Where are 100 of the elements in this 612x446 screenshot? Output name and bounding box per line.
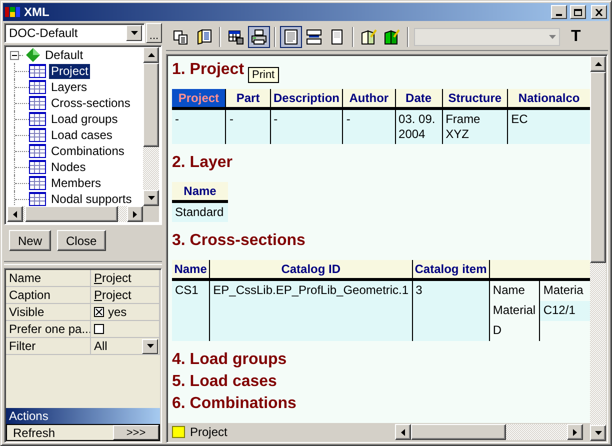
tree-item[interactable]: Members: [49, 176, 104, 190]
tree-item[interactable]: Project: [49, 64, 90, 78]
table-icon: [29, 80, 46, 94]
tree-action-button[interactable]: New: [9, 230, 52, 251]
table-icon: [29, 144, 46, 158]
column-header[interactable]: Description: [270, 89, 343, 108]
minimize-button[interactable]: [551, 5, 567, 19]
close-button[interactable]: [591, 5, 607, 19]
tree-item[interactable]: Cross-sections: [49, 96, 132, 110]
scroll-left-button[interactable]: [7, 206, 23, 222]
table-icon: [29, 160, 46, 174]
down-arrow-icon: [594, 431, 602, 435]
scroll-left-button[interactable]: [395, 424, 411, 440]
page-icon: [329, 28, 345, 44]
section-heading: 4. Load groups: [172, 351, 287, 370]
text-button[interactable]: T: [569, 28, 583, 46]
column-header[interactable]: Structure: [442, 89, 508, 108]
page-icon: [283, 28, 299, 44]
book-icon: [196, 28, 212, 44]
column-header[interactable]: Catalog item: [412, 260, 490, 280]
copy-icon: [173, 28, 189, 44]
document-dropdown[interactable]: DOC-Default: [4, 23, 145, 43]
dropdown-field[interactable]: [414, 28, 560, 46]
scrollbar-corner: [143, 206, 159, 222]
page-button[interactable]: [280, 26, 302, 48]
notebook-icon: [384, 28, 400, 44]
scrollbar[interactable]: [143, 47, 159, 206]
scroll-thumb[interactable]: [143, 63, 159, 147]
left-arrow-icon: [13, 210, 17, 218]
property-name: Caption: [6, 287, 91, 304]
printer-button[interactable]: [248, 26, 270, 48]
scroll-thumb[interactable]: [411, 424, 506, 440]
run-action-button[interactable]: >>>: [113, 425, 159, 440]
property-value[interactable]: Project: [91, 270, 160, 287]
scroll-up-button[interactable]: [590, 56, 606, 72]
action-label: Refresh: [13, 426, 56, 440]
section-heading: 1. Project: [172, 61, 244, 80]
collapse-button[interactable]: [10, 50, 19, 60]
checkbox[interactable]: [94, 324, 104, 334]
scroll-down-button[interactable]: [143, 190, 159, 206]
dropdown-arrow-icon: [549, 34, 556, 38]
dropdown-arrow-icon: [146, 344, 154, 348]
scroll-right-button[interactable]: [127, 206, 143, 222]
tree-item[interactable]: Combinations: [49, 144, 126, 158]
column-header[interactable]: Name: [172, 182, 228, 202]
table-icon: [29, 112, 46, 126]
table-cell: CS1: [172, 280, 210, 341]
section-heading: 2. Layer: [172, 154, 232, 173]
table-icon: [29, 192, 46, 206]
table-cell: C12/1: [540, 301, 590, 321]
tree-action-button[interactable]: Close: [57, 230, 106, 251]
table-icon: [29, 64, 46, 78]
scroll-thumb[interactable]: [25, 206, 118, 222]
scrollbar[interactable]: [7, 206, 143, 222]
column-header[interactable]: Name: [172, 260, 210, 280]
table-cell: Standard: [172, 202, 228, 222]
table-cell: Materia: [540, 281, 590, 301]
scrollbar[interactable]: [395, 424, 583, 440]
more-button[interactable]: ...: [146, 23, 162, 43]
table-cell: EP_CssLib.EP_ProfLib_Geometric.1: [210, 280, 412, 341]
scroll-right-button[interactable]: [567, 424, 583, 440]
notebook-icon: [361, 28, 377, 44]
table-cell: 03. 09. 2004: [395, 108, 442, 144]
table-icon: [29, 96, 46, 110]
scrollbar[interactable]: [590, 56, 606, 441]
column-header[interactable]: Nationalco: [508, 89, 590, 108]
printer-icon: [251, 28, 267, 44]
tree-item[interactable]: Load groups: [49, 112, 120, 126]
tree-item[interactable]: Default: [43, 48, 86, 62]
tree-item[interactable]: Layers: [49, 80, 90, 94]
table-cell: EC: [508, 108, 590, 144]
column-header[interactable]: Author: [342, 89, 396, 108]
table-icon: [29, 128, 46, 142]
property-value[interactable]: Project: [91, 287, 160, 304]
section-heading: 5. Load cases: [172, 373, 277, 392]
property-name: Name: [6, 270, 91, 287]
scroll-down-button[interactable]: [590, 425, 606, 441]
down-arrow-icon: [148, 196, 154, 200]
table-cell: D: [490, 321, 540, 341]
app-icon: [5, 5, 21, 19]
column-header[interactable]: Catalog ID: [210, 260, 412, 280]
maximize-icon: [574, 8, 582, 16]
tree-item[interactable]: Load cases: [49, 128, 114, 142]
column-header[interactable]: Part: [226, 89, 270, 108]
split-page-icon: [306, 28, 322, 44]
table-cell: Frame XYZ: [442, 108, 508, 144]
tree-item[interactable]: Nodes: [49, 160, 88, 174]
up-arrow-icon: [148, 53, 154, 57]
property-name: Visible: [6, 304, 91, 321]
checkbox[interactable]: [94, 307, 104, 317]
scroll-up-button[interactable]: [143, 47, 159, 63]
dropdown-arrow-icon: [130, 31, 138, 35]
tree-item[interactable]: Nodal supports: [49, 192, 134, 206]
table-cell: -: [226, 108, 270, 144]
maximize-button[interactable]: [570, 5, 586, 19]
table-icon: [228, 28, 244, 44]
table-icon: [29, 176, 46, 190]
up-arrow-icon: [594, 62, 602, 66]
column-header[interactable]: Date: [395, 89, 442, 108]
scroll-thumb[interactable]: [590, 72, 606, 263]
